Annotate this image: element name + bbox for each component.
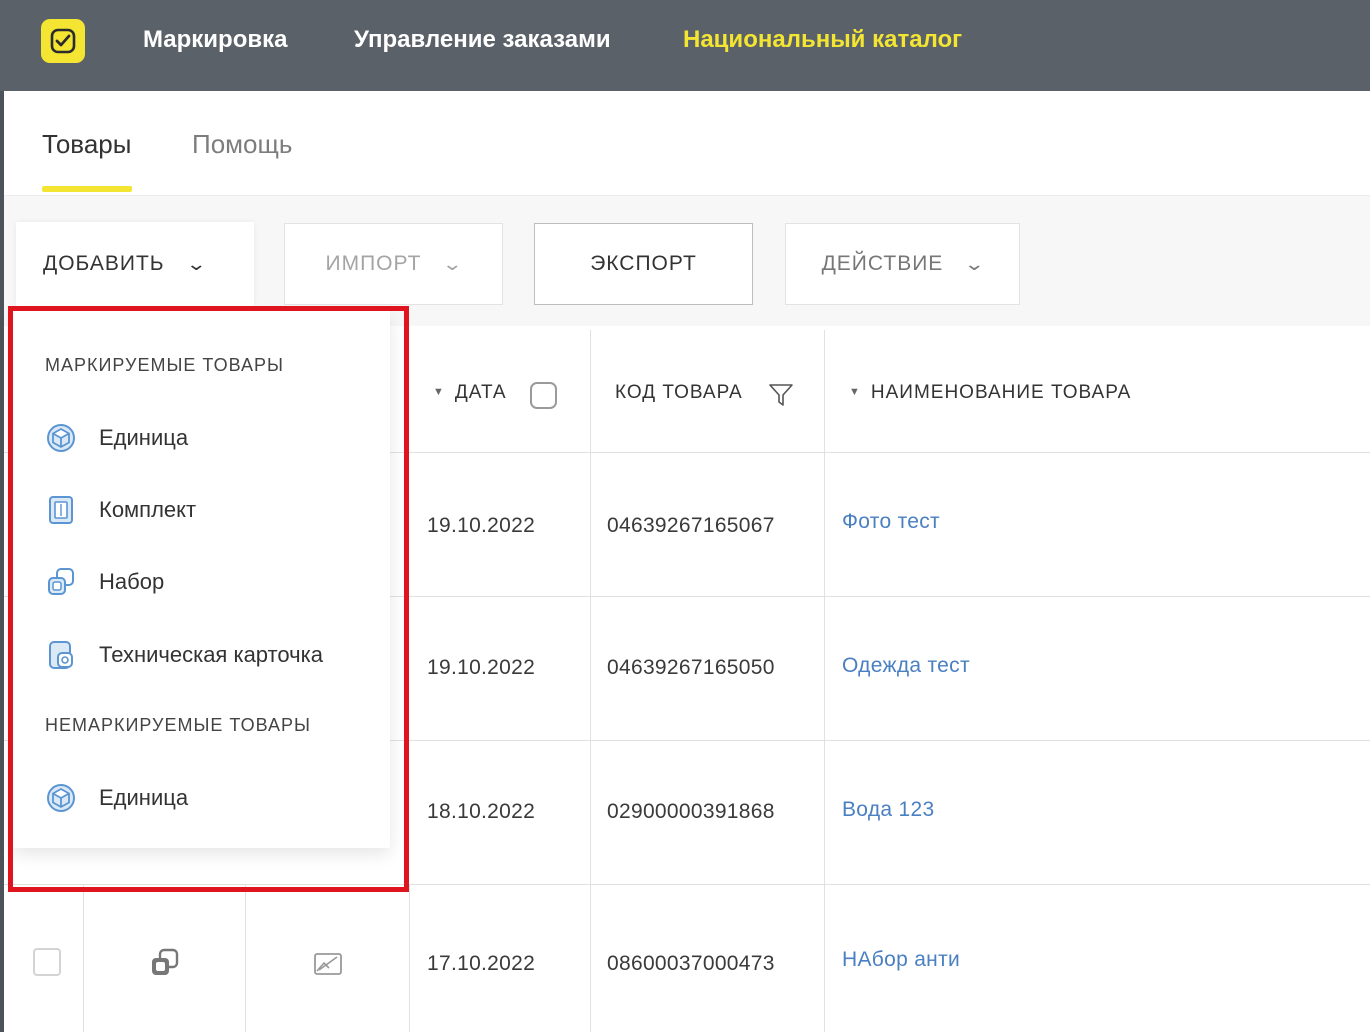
cube-icon [47,784,75,812]
add-button[interactable]: ДОБАВИТЬ ⌄ [16,222,254,306]
row-code: 02900000391868 [607,800,775,823]
cube-icon [47,424,75,452]
row-checkbox[interactable] [33,948,61,976]
row-name-link[interactable]: НАбор анти [842,948,960,972]
menu-group-marked: МАРКИРУЕМЫЕ ТОВАРЫ [45,355,284,375]
column-divider [590,330,591,1032]
export-button[interactable]: ЭКСПОРТ [534,223,753,305]
add-dropdown-menu: МАРКИРУЕМЫЕ ТОВАРЫ Единица Комплект Набо… [13,311,390,848]
chevron-down-icon: ⌄ [185,253,208,274]
menu-item-unit-unmarked[interactable]: Единица [45,782,188,814]
menu-item-set[interactable]: Набор [45,566,164,598]
menu-group-unmarked: НЕМАРКИРУЕМЫЕ ТОВАРЫ [45,715,311,735]
add-button-label: ДОБАВИТЬ [43,252,165,275]
chevron-down-icon: ⌄ [964,253,987,274]
menu-item-label: Набор [99,569,165,594]
column-header-date[interactable]: ▼ ДАТА [433,382,507,404]
column-header-code[interactable]: КОД ТОВАРА [615,382,743,404]
menu-item-label: Единица [99,425,189,450]
row-name-link[interactable]: Вода 123 [842,798,934,822]
row-divider [4,884,1370,885]
top-navigation-bar: Маркировка Управление заказами Националь… [0,0,1370,91]
menu-item-label: Техническая карточка [99,642,323,667]
nav-marking[interactable]: Маркировка [143,26,288,54]
column-divider [824,330,825,1032]
tab-bar: Товары Помощь [4,91,1370,196]
sort-arrow-icon: ▼ [849,386,861,398]
row-date: 18.10.2022 [427,800,536,823]
box-icon [49,496,73,524]
sort-arrow-icon: ▼ [433,386,445,398]
row-date: 17.10.2022 [427,952,536,975]
nav-national-catalog[interactable]: Национальный каталог [683,26,962,54]
action-button-label: ДЕЙСТВИЕ [821,252,944,275]
import-button-label: ИМПОРТ [325,252,422,275]
import-button[interactable]: ИМПОРТ ⌄ [284,223,503,305]
row-code: 04639267165050 [607,656,775,679]
tab-goods[interactable]: Товары [42,129,131,160]
menu-item-tech-card[interactable]: Техническая карточка [45,639,323,671]
menu-item-label: Единица [99,785,189,810]
column-divider [409,885,410,1032]
column-header-name[interactable]: ▼ НАИМЕНОВАНИЕ ТОВАРА [849,382,1131,404]
tab-help[interactable]: Помощь [192,129,292,160]
column-divider [83,885,84,1032]
menu-item-unit[interactable]: Единица [45,422,188,454]
export-button-label: ЭКСПОРТ [590,252,697,275]
row-name-link[interactable]: Одежда тест [842,654,970,678]
nav-order-management[interactable]: Управление заказами [354,26,611,54]
menu-item-kit[interactable]: Комплект [45,494,196,526]
row-date: 19.10.2022 [427,514,536,537]
column-divider [245,885,246,1032]
row-name-link[interactable]: Фото тест [842,510,940,534]
check-smile-icon[interactable] [41,19,85,63]
action-button[interactable]: ДЕЙСТВИЕ ⌄ [785,223,1020,305]
menu-item-label: Комплект [99,497,197,522]
active-tab-indicator [42,186,132,192]
row-date: 19.10.2022 [427,656,536,679]
row-code: 08600037000473 [607,952,775,975]
chevron-down-icon: ⌄ [442,253,465,274]
image-placeholder-icon [314,953,342,975]
row-code: 04639267165067 [607,514,775,537]
tech-card-icon [49,641,73,669]
toolbar: ДОБАВИТЬ ⌄ ИМПОРТ ⌄ ЭКСПОРТ ДЕЙСТВИЕ ⌄ [4,196,1370,326]
select-all-checkbox[interactable] [530,382,557,409]
set-icon [152,948,179,975]
set-icon [48,568,74,595]
filter-icon[interactable] [768,382,794,408]
